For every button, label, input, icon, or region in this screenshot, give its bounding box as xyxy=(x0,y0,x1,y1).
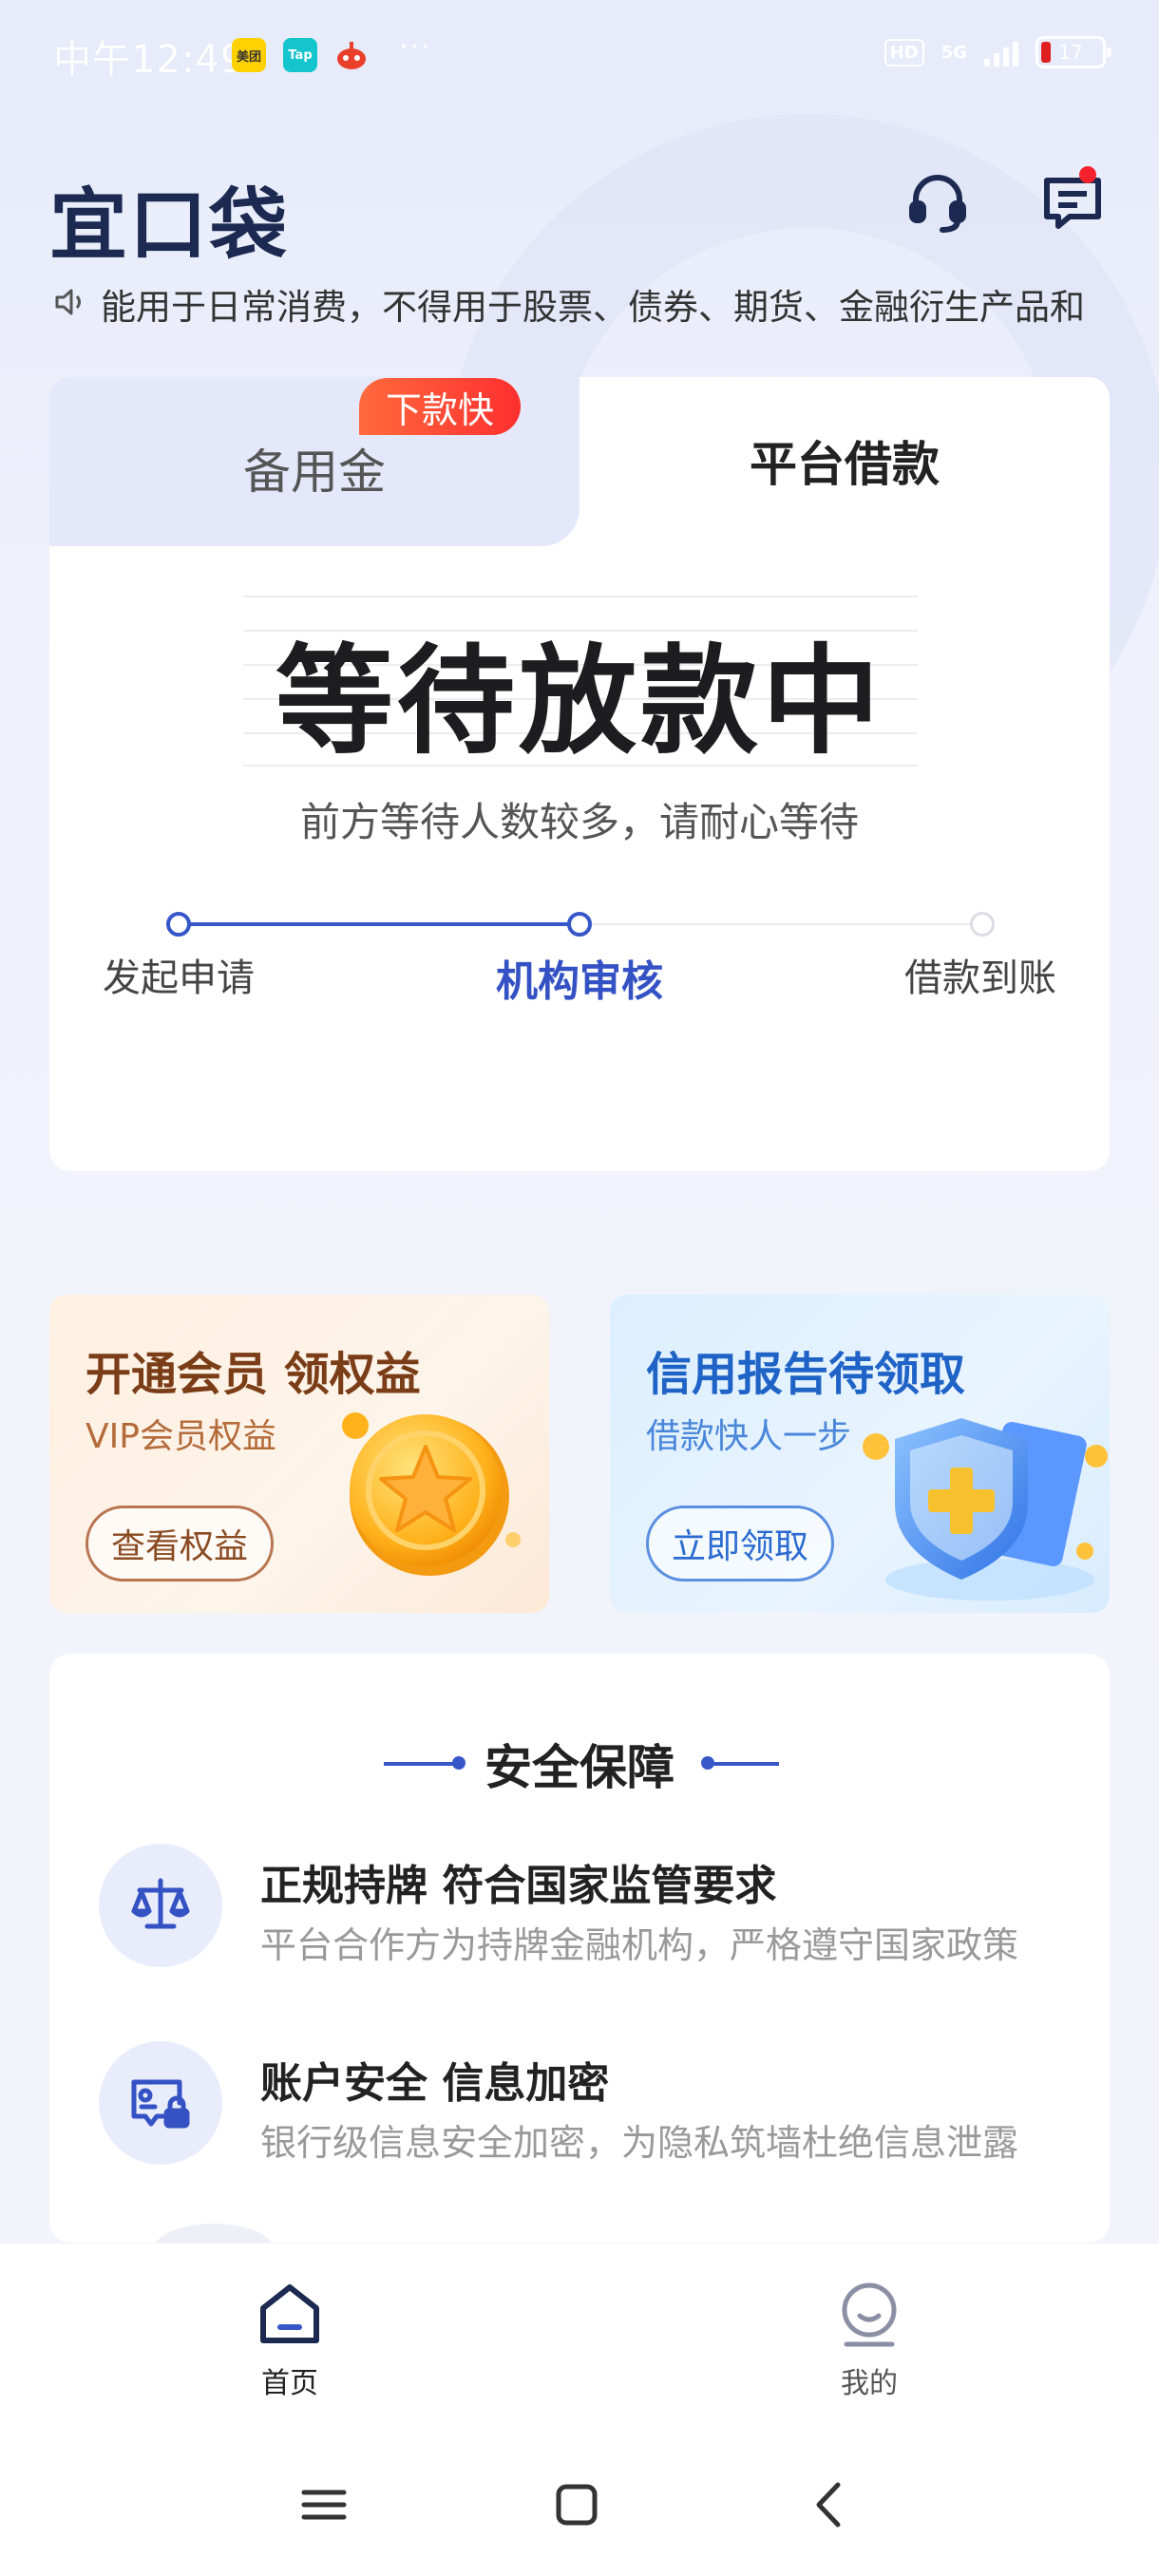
status-time: 中午12:49 xyxy=(53,38,246,82)
status-bar: 中午12:49 美团 Tap ··· HD 5G 17 xyxy=(0,0,1159,104)
security-item-desc: 银行级信息安全加密，为隐私筑墙杜绝信息泄露 xyxy=(260,2122,1019,2164)
bottom-navigation: 首页 我的 xyxy=(0,2244,1159,2434)
tab-platform-loan[interactable]: 平台借款 xyxy=(580,426,1110,495)
loan-status-title: 等待放款中 xyxy=(275,634,884,770)
message-icon[interactable] xyxy=(1041,169,1108,236)
nav-home[interactable]: 首页 xyxy=(195,2278,385,2401)
tap-app-icon: Tap xyxy=(283,38,317,72)
security-item-title: 正规持牌 符合国家监管要求 xyxy=(260,1862,777,1910)
security-item-encryption: 账户安全 信息加密 银行级信息安全加密，为隐私筑墙杜绝信息泄露 xyxy=(99,2041,1087,2184)
step-dot-review xyxy=(567,912,592,937)
claim-now-button[interactable]: 立即领取 xyxy=(646,1506,835,1582)
game-app-icon xyxy=(334,38,369,72)
progress-line-done xyxy=(179,922,580,926)
more-notifications: ··· xyxy=(399,30,432,64)
home-button-icon[interactable] xyxy=(543,2472,610,2538)
security-section: 安全保障 正规持牌 符合国家监管要求 平台合作方为持牌金融机构，严格遵守国家政策 xyxy=(49,1654,1110,2243)
step-dot-apply xyxy=(166,912,191,937)
system-navigation xyxy=(0,2434,1159,2576)
status-indicators: HD 5G 17 xyxy=(884,36,1112,68)
step-label-apply: 发起申请 xyxy=(103,957,255,1000)
security-item-licensed: 正规持牌 符合国家监管要求 平台合作方为持牌金融机构，严格遵守国家政策 xyxy=(99,1844,1087,1986)
nav-mine-label: 我的 xyxy=(841,2367,898,2400)
notice-text: 能用于日常消费，不得用于股票、债券、期货、金融衍生产品和 xyxy=(101,287,1085,328)
app-screen: 中午12:49 美团 Tap ··· HD 5G 17 宜口袋 能用于日常消费，… xyxy=(0,0,1159,2576)
step-dot-arrival xyxy=(970,912,995,937)
vip-promo-subtitle: VIP会员权益 xyxy=(86,1417,276,1456)
notice-bar[interactable]: 能用于日常消费，不得用于股票、债券、期货、金融衍生产品和 xyxy=(53,275,1108,332)
menu-icon[interactable] xyxy=(291,2472,357,2538)
unread-badge xyxy=(1079,166,1096,183)
credit-report-banner[interactable]: 信用报告待领取 借款快人一步 立即领取 xyxy=(610,1295,1110,1613)
nav-home-label: 首页 xyxy=(261,2367,318,2400)
step-label-review: 机构审核 xyxy=(496,957,663,1006)
back-icon[interactable] xyxy=(796,2472,863,2538)
star-coin-icon xyxy=(334,1397,524,1587)
battery-icon: 17 xyxy=(1036,36,1112,68)
nav-mine[interactable]: 我的 xyxy=(774,2278,964,2401)
shield-icon xyxy=(847,1390,1110,1608)
view-benefits-button[interactable]: 查看权益 xyxy=(86,1506,275,1582)
loan-status-card: 备用金 平台借款 等待放款中 前方等待人数较多，请耐心等待 发起申请 机构审核 … xyxy=(49,377,1110,1171)
security-item-peek xyxy=(152,2224,276,2243)
secure-card-icon xyxy=(99,2041,222,2165)
signal-icon xyxy=(984,38,1018,66)
security-item-desc: 平台合作方为持牌金融机构，严格遵守国家政策 xyxy=(260,1924,1019,1966)
hd-badge: HD xyxy=(884,38,924,66)
credit-promo-subtitle: 借款快人一步 xyxy=(646,1417,852,1456)
home-icon xyxy=(254,2278,326,2350)
speaker-icon xyxy=(53,285,87,323)
security-title: 安全保障 xyxy=(484,1740,674,1795)
title-decoration-right xyxy=(703,1762,779,1766)
step-label-arrival: 借款到账 xyxy=(904,957,1056,1000)
battery-level: 17 xyxy=(1058,41,1083,64)
tab-standby-fund-label: 备用金 xyxy=(243,445,386,500)
profile-icon xyxy=(833,2278,905,2350)
headset-icon[interactable] xyxy=(904,169,971,236)
security-item-title: 账户安全 信息加密 xyxy=(260,2059,610,2108)
vip-promo-title: 开通会员 领权益 xyxy=(86,1348,421,1401)
network-type: 5G xyxy=(940,42,967,63)
meituan-app-icon: 美团 xyxy=(232,38,266,72)
scale-icon xyxy=(99,1844,222,1967)
fast-loan-tag: 下款快 xyxy=(359,378,522,435)
vip-promo-banner[interactable]: 开通会员 领权益 VIP会员权益 查看权益 xyxy=(49,1295,549,1613)
progress-line-pending xyxy=(580,923,982,925)
loan-status-subtitle: 前方等待人数较多，请耐心等待 xyxy=(299,799,859,845)
app-logo: 宜口袋 xyxy=(49,180,290,271)
